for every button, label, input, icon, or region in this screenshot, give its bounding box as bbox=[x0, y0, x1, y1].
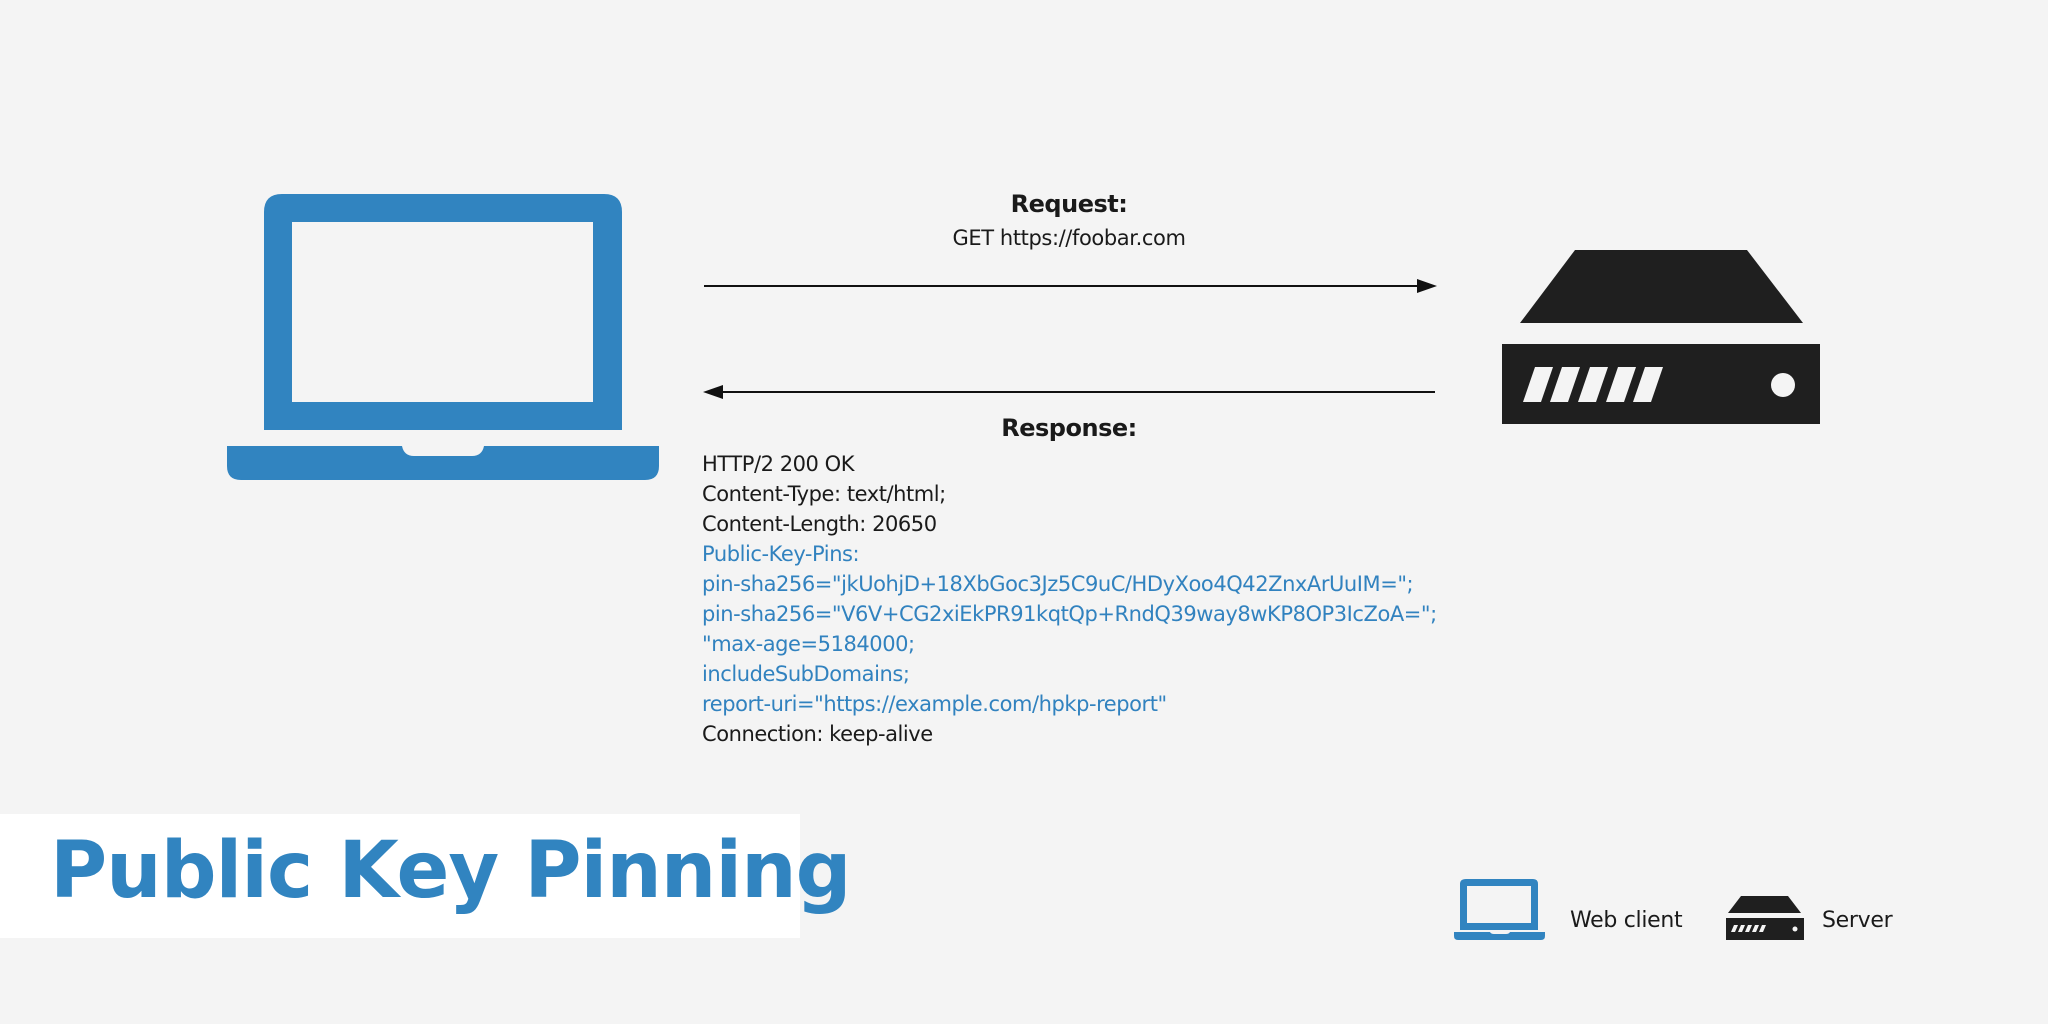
legend-server-icon bbox=[1726, 896, 1804, 940]
legend-server-label: Server bbox=[1822, 908, 1893, 933]
